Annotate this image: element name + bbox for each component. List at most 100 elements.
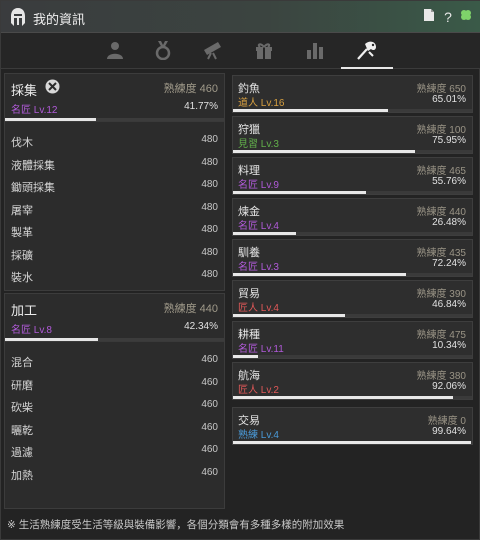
skill-proficiency: 熟練度 100: [416, 125, 466, 136]
processing-item-value: 460: [201, 399, 218, 410]
skill-card[interactable]: 料理 熟練度 465 名匠 Lv.9 55.76%: [232, 157, 473, 195]
gathering-item-value: 480: [201, 179, 218, 190]
skill-grade: 名匠 Lv.9: [238, 180, 279, 191]
skill-card[interactable]: 狩獵 熟練度 100 見習 Lv.3 75.95%: [232, 116, 473, 154]
skill-card[interactable]: 貿易 熟練度 390 匠人 Lv.4 46.84%: [232, 280, 473, 318]
telescope-icon: [202, 40, 224, 63]
processing-item[interactable]: 加熱 460: [5, 463, 224, 486]
gathering-item[interactable]: 採礦 480: [5, 243, 224, 266]
processing-item-value: 460: [201, 444, 218, 455]
skill-progress-bar: [233, 441, 472, 444]
tab-profile[interactable]: [93, 37, 137, 65]
processing-title: 加工: [11, 303, 38, 318]
processing-grade: 名匠 Lv.8: [11, 325, 52, 336]
gathering-item[interactable]: 液體採集 480: [5, 153, 224, 176]
processing-item[interactable]: 過濾 460: [5, 440, 224, 463]
medal-icon: [153, 40, 173, 63]
gathering-item-name: 伐木: [11, 137, 33, 149]
skill-percent: 92.06%: [432, 381, 466, 392]
tab-bar: [1, 33, 480, 69]
skill-percent: 55.76%: [432, 176, 466, 187]
fishing-icon: [355, 39, 379, 64]
skill-proficiency: 熟練度 465: [416, 166, 466, 177]
gathering-item[interactable]: 鋤頭採集 480: [5, 175, 224, 198]
skill-grade: 名匠 Lv.3: [238, 262, 279, 273]
skill-grade: 見習 Lv.3: [238, 139, 279, 150]
skill-card[interactable]: 釣魚 熟練度 650 道人 Lv.16 65.01%: [232, 75, 473, 113]
processing-item-name: 加熱: [11, 469, 33, 482]
skill-percent: 65.01%: [432, 94, 466, 105]
skill-proficiency: 熟練度 650: [416, 84, 466, 95]
tab-knowledge[interactable]: [191, 37, 235, 65]
skill-progress-bar: [233, 232, 472, 235]
skill-percent: 72.24%: [432, 258, 466, 269]
skill-progress-bar: [233, 150, 472, 153]
skill-percent: 26.48%: [432, 217, 466, 228]
processing-item-value: 460: [201, 376, 218, 388]
gathering-title: 採集: [11, 83, 38, 98]
processing-item[interactable]: 曬乾 460: [5, 418, 224, 441]
skill-proficiency: 熟練度 435: [416, 248, 466, 259]
skill-card[interactable]: 馴養 熟練度 435 名匠 Lv.3 72.24%: [232, 239, 473, 277]
skill-grade: 名匠 Lv.4: [238, 221, 279, 232]
tab-medal[interactable]: [141, 37, 185, 65]
gathering-item[interactable]: 屠宰 480: [5, 198, 224, 221]
gathering-item-value: 480: [201, 246, 218, 258]
gathering-progress-bar: [5, 118, 224, 121]
gathering-item-value: 480: [201, 201, 218, 213]
skill-progress-bar: [233, 396, 472, 399]
gathering-item-name: 屠宰: [11, 204, 33, 217]
processing-progress-bar: [5, 338, 224, 341]
gathering-item[interactable]: 伐木 480: [5, 130, 224, 153]
gathering-item-value: 480: [201, 269, 218, 280]
processing-item[interactable]: 研磨 460: [5, 373, 224, 396]
gathering-header: 採集 熟練度 460 名匠 Lv.12 41.77%: [5, 74, 224, 122]
gathering-item-value: 480: [201, 224, 218, 235]
processing-panel: 加工 熟練度 440 名匠 Lv.8 42.34% 混合 460 研磨 460 砍柴 46…: [4, 293, 225, 509]
skill-percent: 10.34%: [432, 340, 466, 351]
helmet-icon: [9, 7, 27, 27]
processing-item-value: 460: [201, 466, 218, 478]
gathering-percent: 41.77%: [184, 101, 218, 112]
skill-card[interactable]: 耕種 熟練度 475 名匠 Lv.11 10.34%: [232, 321, 473, 359]
skill-progress-bar: [233, 273, 472, 276]
processing-item-name: 混合: [11, 357, 33, 369]
skill-proficiency: 熟練度 0: [427, 416, 466, 427]
gathering-item-value: 480: [201, 134, 218, 145]
processing-header: 加工 熟練度 440 名匠 Lv.8 42.34%: [5, 294, 224, 342]
gathering-item-name: 鋤頭採集: [11, 182, 55, 194]
gathering-item-name: 液體採集: [11, 159, 55, 172]
gathering-item[interactable]: 製革 480: [5, 220, 224, 243]
gathering-item[interactable]: 裝水 480: [5, 265, 224, 288]
tab-gift[interactable]: [242, 37, 286, 65]
tab-life[interactable]: [341, 37, 393, 69]
processing-item-list: 混合 460 研磨 460 砍柴 460 曬乾 460 過濾 460 加熱 460: [5, 342, 224, 485]
processing-item-name: 研磨: [11, 379, 33, 392]
processing-percent: 42.34%: [184, 321, 218, 332]
gathering-item-list: 伐木 480 液體採集 480 鋤頭採集 480 屠宰 480 製革 480 採礦 480 裝水 480: [5, 122, 224, 288]
skill-grade: 匠人 Lv.2: [238, 385, 279, 396]
clover-icon[interactable]: [458, 8, 474, 26]
help-button[interactable]: ?: [440, 8, 456, 26]
skill-progress-bar: [233, 355, 472, 358]
skill-card[interactable]: 煉金 熟練度 440 名匠 Lv.4 26.48%: [232, 198, 473, 236]
gift-icon: [254, 40, 274, 63]
skill-grade: 名匠 Lv.11: [238, 344, 284, 355]
person-icon: [105, 41, 125, 62]
title-bar[interactable]: 我的資訊 ?: [1, 1, 480, 33]
processing-item-name: 曬乾: [11, 424, 33, 437]
skill-card[interactable]: 交易 熟練度 0 熟練 Lv.4 99.64%: [232, 407, 473, 445]
crossed-tools-icon: [45, 79, 60, 97]
gathering-panel: 採集 熟練度 460 名匠 Lv.12 41.77% 伐木 480 液體採集 480 鋤…: [4, 73, 225, 291]
skill-proficiency: 熟練度 390: [416, 289, 466, 300]
skill-card[interactable]: 航海 熟練度 380 匠人 Lv.2 92.06%: [232, 362, 473, 400]
processing-item[interactable]: 混合 460: [5, 350, 224, 373]
skill-progress-bar: [233, 191, 472, 194]
skill-grade: 熟練 Lv.4: [238, 430, 279, 441]
processing-item-name: 砍柴: [11, 402, 33, 414]
document-icon[interactable]: [421, 8, 437, 26]
tab-stats[interactable]: [293, 37, 337, 65]
life-info-window: 我的資訊 ? 採集 熟練度 460 名匠 Lv.12 41.77% 伐木 480…: [0, 0, 480, 540]
gathering-item-name: 採礦: [11, 249, 33, 262]
processing-item[interactable]: 砍柴 460: [5, 395, 224, 418]
